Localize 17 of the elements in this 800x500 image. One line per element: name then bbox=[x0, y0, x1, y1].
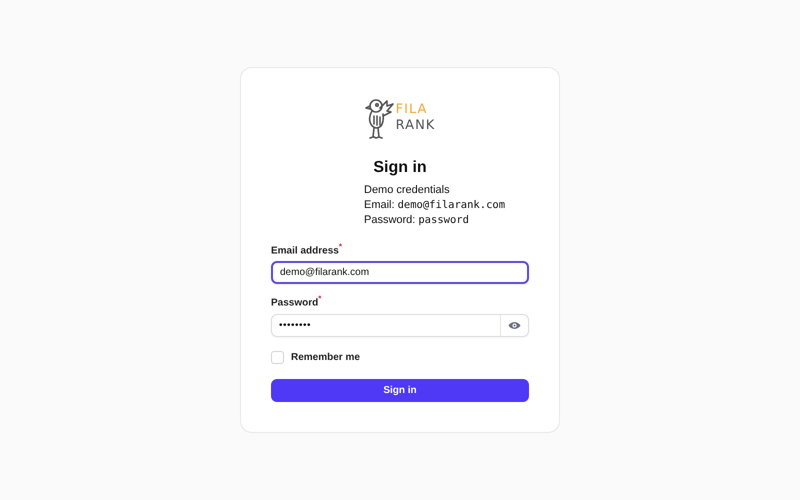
logo-text: FILA bbox=[396, 102, 428, 118]
remember-checkbox[interactable] bbox=[271, 350, 284, 364]
credentials-line: Demo credentials bbox=[364, 183, 451, 198]
credentials-line: Password: password bbox=[364, 213, 470, 228]
email-field[interactable]: demo@filarank.com bbox=[271, 261, 529, 284]
remember-label: Remember me bbox=[291, 352, 360, 363]
required-mark: * bbox=[318, 294, 322, 304]
credentials-line: Email: demo@filarank.com bbox=[364, 198, 506, 213]
field-label: Email address$^{*}$ bbox=[271, 242, 343, 256]
bird-icon bbox=[364, 98, 395, 140]
eye-icon[interactable] bbox=[508, 320, 521, 330]
logo-text: RANK bbox=[396, 118, 436, 134]
sign-in-heading: Sign in bbox=[372, 158, 428, 178]
password-field[interactable]: •••••••• bbox=[271, 314, 529, 337]
field-label: Password$^{*}$ bbox=[271, 294, 322, 309]
required-mark: * bbox=[338, 242, 342, 251]
sign-in-button[interactable]: Sign in bbox=[271, 378, 529, 402]
